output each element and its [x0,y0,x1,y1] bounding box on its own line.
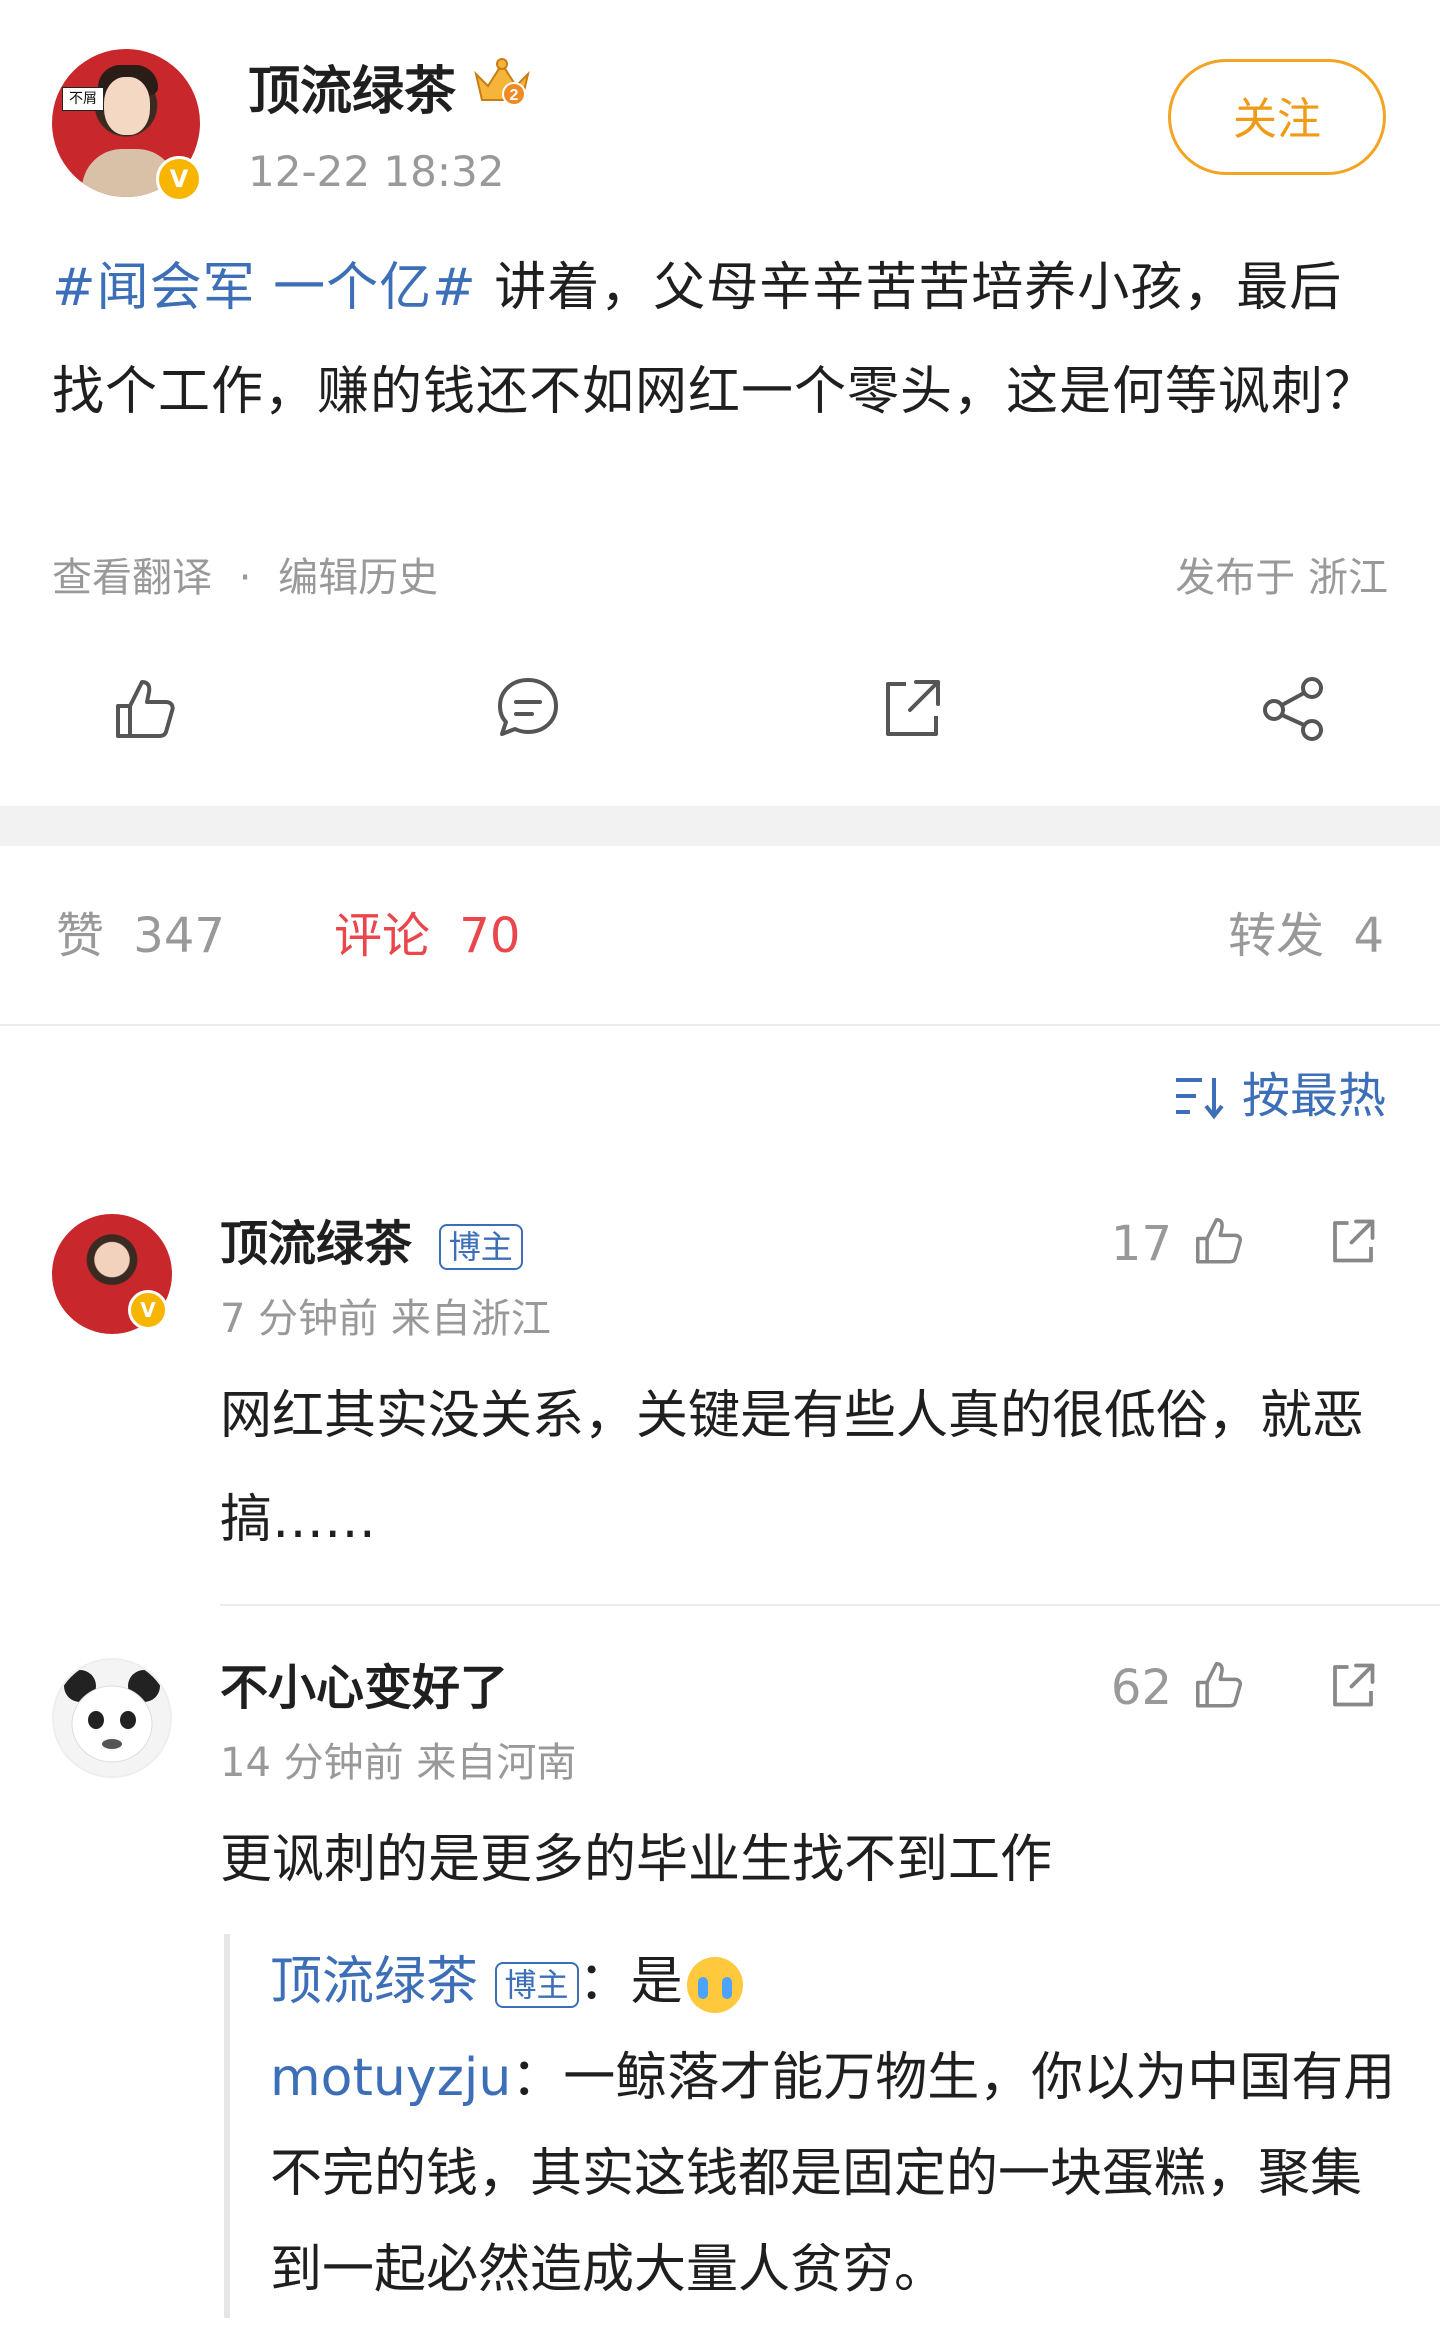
tab-reposts-count: 4 [1353,908,1384,964]
comment-icon[interactable] [492,672,564,744]
tab-comments-label: 评论 [334,908,431,964]
crying-emoji-icon [686,1957,743,2013]
crown-badge-icon: 2 [474,58,530,106]
comment-like-count: 17 [1110,1216,1172,1272]
tab-likes-count: 347 [133,908,225,964]
comment-text: 更讽刺的是更多的毕业生找不到工作 [220,1830,1053,1890]
section-divider [0,806,1440,846]
tab-comments[interactable]: 评论 70 [334,906,520,966]
comment-meta: 14 分钟前 来自河南 [220,1740,577,1786]
comment-author-name: 顶流绿茶 [220,1216,413,1272]
repost-icon[interactable] [876,672,948,744]
panda-face-icon [64,1670,160,1763]
comment-meta: 7 分钟前 来自浙江 [220,1296,551,1342]
comment-repost-icon[interactable] [1326,1658,1380,1712]
post-location: 发布于 浙江 [1175,555,1388,601]
reply-author[interactable]: motuyzju [270,2048,511,2108]
comment-repost-icon[interactable] [1326,1214,1380,1268]
verified-icon: V [128,1290,168,1330]
comment-like-icon[interactable] [1190,1654,1246,1714]
tabs-divider [0,1024,1440,1026]
comment-divider [220,1604,1440,1606]
host-badge: 博主 [494,1962,579,2008]
comment-like-count: 62 [1110,1660,1172,1716]
edit-history-link[interactable]: 编辑历史 [278,555,438,601]
tab-reposts[interactable]: 转发 4 [1228,906,1384,966]
comment-like-icon[interactable] [1190,1210,1246,1270]
sort-icon [1176,1078,1224,1120]
follow-button[interactable]: 关注 [1168,59,1386,175]
svg-text:2: 2 [510,87,519,104]
reply-item: 顶流绿茶 博主 ：是 [270,1934,1404,2030]
avatar-sign: 不屑 [62,87,104,111]
reply-thread[interactable]: 顶流绿茶 博主 ：是 motuyzju：一鲸落才能万物生，你以为中国有用不完的钱，… [224,1934,1404,2318]
tab-reposts-label: 转发 [1228,908,1325,964]
meta-separator: · [238,555,252,601]
sort-label: 按最热 [1242,1068,1387,1124]
like-icon[interactable] [108,672,180,744]
verified-icon: V [156,156,202,202]
reply-text: ：是 [578,1952,683,2012]
translate-link[interactable]: 查看翻译 [52,555,212,601]
comment-author[interactable]: 不小心变好了 [220,1658,508,1718]
tab-likes-label: 赞 [56,908,105,964]
post-meta-row: 查看翻译 · 编辑历史 [52,548,438,608]
hashtag-link[interactable]: #闻会军 一个亿# [52,258,477,318]
author-name[interactable]: 顶流绿茶 [248,60,456,124]
avatar-face [104,77,150,135]
comment-author[interactable]: 顶流绿茶 博主 [220,1214,523,1274]
host-badge: 博主 [438,1224,523,1270]
reply-item: motuyzju：一鲸落才能万物生，你以为中国有用不完的钱，其实这钱都是固定的一… [270,2030,1404,2318]
share-icon[interactable] [1258,672,1330,744]
tab-comments-count: 70 [459,908,521,964]
comment-avatar[interactable] [52,1658,172,1778]
reply-author[interactable]: 顶流绿茶 [270,1952,478,2012]
sort-button[interactable]: 按最热 [1172,1066,1386,1126]
comment-text: 网红其实没关系，关键是有些人真的很低俗，就恶搞…… [220,1386,1365,1550]
tab-likes[interactable]: 赞 347 [56,906,225,966]
post-text: #闻会军 一个亿# 讲着，父母辛辛苦苦培养小孩，最后找个工作，赚的钱还不如网红一… [52,236,1392,444]
post-time: 12-22 18:32 [248,147,505,196]
